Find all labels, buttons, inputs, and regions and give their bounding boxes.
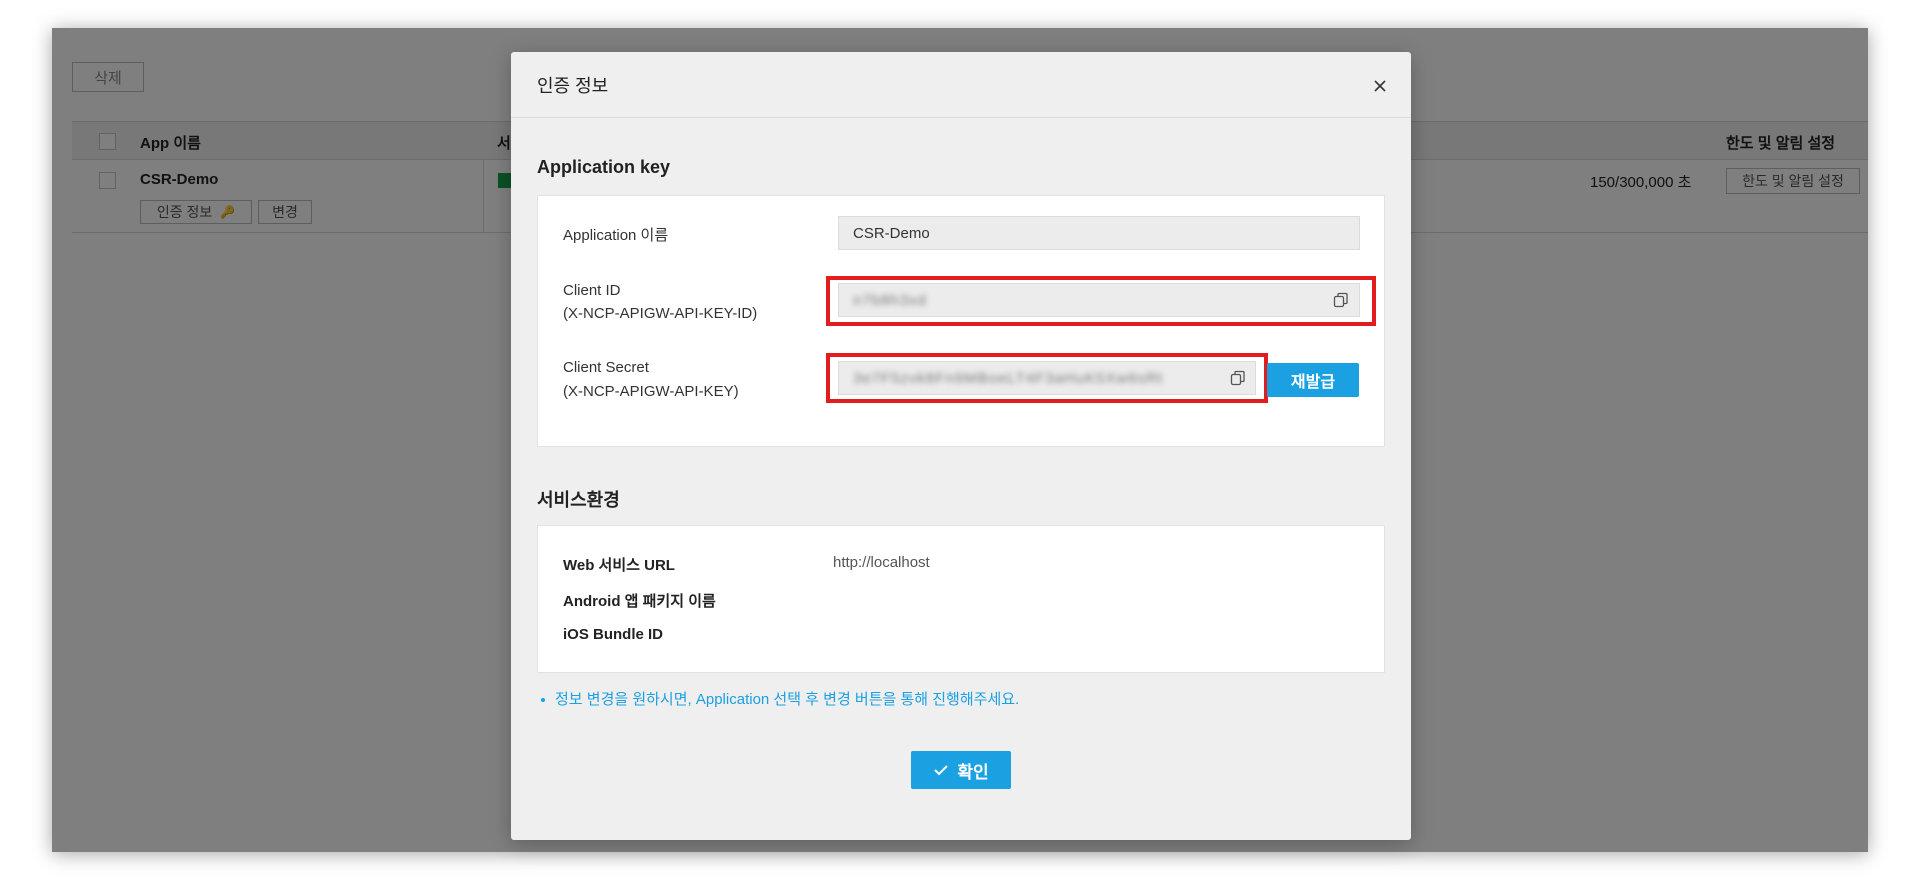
service-env-section-title: 서비스환경 — [537, 490, 620, 510]
android-package-label: Android 앱 패키지 이름 — [563, 593, 716, 610]
confirm-button[interactable]: 확인 — [911, 751, 1011, 789]
info-note-text: 정보 변경을 원하시면, Application 선택 후 변경 버튼을 통해 … — [555, 691, 1020, 708]
close-icon[interactable] — [1370, 76, 1390, 96]
client-id-header: (X-NCP-APIGW-API-KEY-ID) — [563, 305, 758, 322]
app-name-value: CSR-Demo — [853, 224, 930, 242]
modal-header: 인증 정보 — [511, 52, 1411, 118]
info-note: 정보 변경을 원하시면, Application 선택 후 변경 버튼을 통해 … — [541, 688, 1019, 709]
client-id-highlight — [826, 276, 1376, 326]
web-url-value: http://localhost — [833, 554, 930, 571]
ios-bundle-label: iOS Bundle ID — [563, 626, 664, 643]
service-env-panel: Web 서비스 URL http://localhost Android 앱 패… — [537, 525, 1385, 673]
client-secret-header: (X-NCP-APIGW-API-KEY) — [563, 383, 739, 400]
client-secret-label: Client Secret — [563, 359, 649, 376]
app-key-panel: Application 이름 CSR-Demo Client ID (X-NCP… — [537, 195, 1385, 447]
modal-title: 인증 정보 — [537, 76, 609, 96]
reissue-button[interactable]: 재발급 — [1267, 363, 1359, 397]
web-url-label: Web 서비스 URL — [563, 557, 675, 574]
client-secret-highlight — [826, 353, 1268, 403]
app-name-label: Application 이름 — [563, 227, 669, 244]
auth-info-modal: 인증 정보 Application key Application 이름 CSR… — [511, 52, 1411, 840]
app-key-section-title: Application key — [537, 157, 671, 177]
client-id-label: Client ID — [563, 282, 621, 299]
bullet-icon — [541, 698, 545, 703]
confirm-label: 확인 — [957, 762, 989, 782]
check-icon — [934, 765, 949, 776]
app-name-field: CSR-Demo — [838, 216, 1360, 250]
